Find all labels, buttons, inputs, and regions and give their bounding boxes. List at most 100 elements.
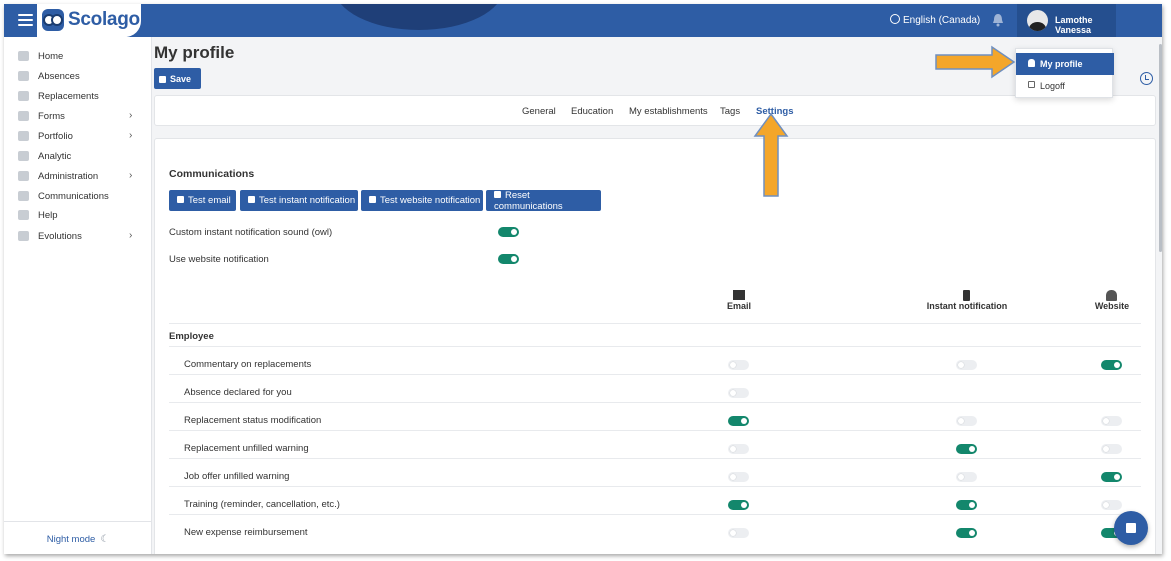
test-instant-notification-button[interactable]: Test instant notification <box>240 190 358 211</box>
email-toggle[interactable] <box>728 416 749 426</box>
sidebar-item-help[interactable]: Help <box>4 207 152 225</box>
email-toggle[interactable] <box>728 360 749 370</box>
app-window: Scolago English (Canada) Lamothe Vanessa… <box>4 4 1162 554</box>
save-icon <box>159 75 166 83</box>
reset-communications-button[interactable]: Reset communications <box>486 190 601 212</box>
tab-my-establishments[interactable]: My establishments <box>629 106 708 117</box>
menu-icon[interactable] <box>18 14 33 26</box>
sidebar-item-portfolio[interactable]: Portfolio › <box>4 128 152 146</box>
instant-toggle[interactable] <box>956 500 977 510</box>
row-label: Replacement status modification <box>184 415 322 426</box>
group-title: Employee <box>169 331 214 342</box>
column-website: Website <box>1094 301 1130 311</box>
user-menu-toggle[interactable]: Lamothe Vanessa <box>1017 4 1116 37</box>
row-label: Training (reminder, cancellation, etc.) <box>184 499 340 510</box>
row-label: Job offer unfilled warning <box>184 471 290 482</box>
website-toggle[interactable] <box>1101 472 1122 482</box>
email-toggle[interactable] <box>728 444 749 454</box>
floating-save-button[interactable] <box>1114 511 1148 545</box>
sidebar-item-home[interactable]: Home <box>4 48 152 66</box>
sidebar: Home Absences Replacements Forms › Portfo… <box>4 37 152 554</box>
user-name: Lamothe Vanessa <box>1055 15 1093 35</box>
instant-toggle[interactable] <box>956 528 977 538</box>
tab-education[interactable]: Education <box>571 106 613 117</box>
bell-icon <box>369 196 376 203</box>
trophy-icon <box>18 131 29 141</box>
page-title: My profile <box>154 43 235 62</box>
column-instant-notification: Instant notification <box>926 301 1008 311</box>
form-icon <box>18 111 29 121</box>
owl-logo-icon <box>42 9 64 31</box>
top-bar: Scolago English (Canada) Lamothe Vanessa <box>4 4 1162 37</box>
instant-toggle[interactable] <box>956 360 977 370</box>
moon-icon: ☾ <box>100 534 110 545</box>
column-email: Email <box>726 301 751 311</box>
logout-icon <box>1028 81 1035 88</box>
annotation-arrow-up <box>753 112 789 197</box>
close-icon <box>494 191 501 198</box>
phone-icon <box>248 196 255 203</box>
globe-icon <box>890 14 900 24</box>
annotation-arrow-right <box>935 45 1016 79</box>
notification-bell-icon[interactable] <box>992 13 1004 27</box>
email-toggle[interactable] <box>728 500 749 510</box>
email-toggle[interactable] <box>728 472 749 482</box>
gear-icon <box>18 171 29 181</box>
website-toggle[interactable] <box>1101 416 1122 426</box>
bell-icon <box>1106 290 1117 301</box>
sidebar-item-analytic[interactable]: Analytic <box>4 148 152 166</box>
my-profile-menu-item[interactable]: My profile <box>1016 53 1114 75</box>
envelope-icon <box>733 290 745 300</box>
avatar <box>1027 10 1048 31</box>
user-icon <box>1028 59 1035 67</box>
row-label: Commentary on replacements <box>184 359 312 370</box>
chevron-right-icon: › <box>129 130 133 141</box>
user-dropdown: My profile Logoff <box>1015 48 1114 98</box>
question-icon <box>18 210 29 220</box>
save-button[interactable]: Save <box>154 68 201 89</box>
settings-panel: Communications Test email Test instant n… <box>154 138 1156 554</box>
tab-general[interactable]: General <box>522 106 556 117</box>
sprout-icon <box>18 231 29 241</box>
envelope-icon <box>177 196 184 203</box>
sidebar-item-communications[interactable]: Communications <box>4 188 152 206</box>
option-label: Custom instant notification sound (owl) <box>169 227 333 238</box>
chevron-right-icon: › <box>129 230 133 241</box>
logoff-menu-item[interactable]: Logoff <box>1016 75 1114 97</box>
swap-icon <box>18 91 29 101</box>
test-email-button[interactable]: Test email <box>169 190 236 211</box>
section-title: Communications <box>169 168 255 180</box>
email-toggle[interactable] <box>728 388 749 398</box>
row-label: New expense reimbursement <box>184 527 308 538</box>
chart-icon <box>18 151 29 161</box>
sidebar-item-replacements[interactable]: Replacements <box>4 88 152 106</box>
instant-toggle[interactable] <box>956 472 977 482</box>
profile-tabs: General Education My establishments Tags… <box>154 95 1156 126</box>
email-toggle[interactable] <box>728 528 749 538</box>
night-mode-toggle[interactable]: Night mode ☾ <box>4 521 152 554</box>
phone-icon <box>963 290 970 301</box>
website-toggle[interactable] <box>1101 360 1122 370</box>
chevron-right-icon: › <box>129 110 133 121</box>
history-icon[interactable] <box>1140 72 1153 85</box>
home-icon <box>18 51 29 61</box>
language-selector[interactable]: English (Canada) <box>890 14 980 26</box>
megaphone-icon <box>18 191 29 201</box>
owl-sound-toggle[interactable] <box>498 227 519 237</box>
test-website-notification-button[interactable]: Test website notification <box>361 190 483 211</box>
sidebar-item-absences[interactable]: Absences <box>4 68 152 86</box>
row-label: Absence declared for you <box>184 387 292 398</box>
tab-tags[interactable]: Tags <box>720 106 740 117</box>
website-notification-toggle[interactable] <box>498 254 519 264</box>
website-toggle[interactable] <box>1101 444 1122 454</box>
scrollbar[interactable] <box>1159 44 1162 252</box>
instant-toggle[interactable] <box>956 416 977 426</box>
website-toggle[interactable] <box>1101 500 1122 510</box>
option-label: Use website notification <box>169 254 269 265</box>
brand-name: Scolago <box>68 9 140 30</box>
sidebar-item-administration[interactable]: Administration › <box>4 168 152 186</box>
instant-toggle[interactable] <box>956 444 977 454</box>
sidebar-item-evolutions[interactable]: Evolutions › <box>4 228 152 246</box>
sidebar-item-forms[interactable]: Forms › <box>4 108 152 126</box>
chevron-right-icon: › <box>129 170 133 181</box>
